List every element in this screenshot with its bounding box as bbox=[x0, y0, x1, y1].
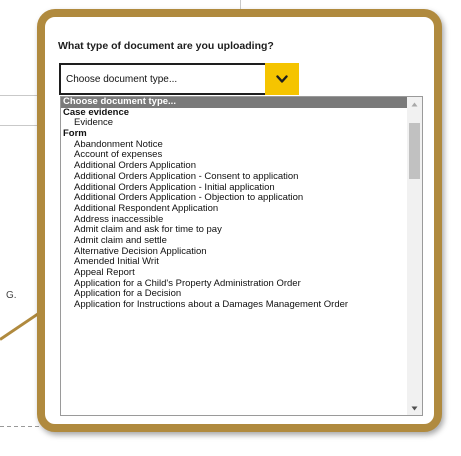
background-dashed-line bbox=[0, 426, 40, 427]
option-evidence[interactable]: Evidence bbox=[61, 118, 407, 129]
scroll-down-button[interactable] bbox=[407, 401, 422, 415]
background-input-outline bbox=[0, 95, 40, 96]
listbox-scrollbar[interactable] bbox=[407, 97, 422, 415]
document-type-question: What type of document are you uploading? bbox=[58, 40, 274, 52]
triangle-down-icon bbox=[411, 406, 418, 410]
callout-panel: What type of document are you uploading?… bbox=[37, 9, 442, 432]
background-input-outline-bottom bbox=[0, 125, 40, 126]
document-type-select-value: Choose document type... bbox=[66, 74, 178, 85]
scroll-thumb[interactable] bbox=[409, 123, 420, 179]
option-damages-management-order[interactable]: Application for Instructions about a Dam… bbox=[61, 299, 407, 311]
background-partial-text: G. bbox=[6, 290, 17, 301]
document-type-options: Choose document type... Case evidence Ev… bbox=[61, 97, 407, 311]
chevron-down-icon bbox=[276, 74, 288, 83]
triangle-up-icon bbox=[411, 102, 418, 106]
scroll-up-button[interactable] bbox=[407, 97, 422, 111]
option-additional-orders-consent[interactable]: Additional Orders Application - Consent … bbox=[61, 171, 407, 183]
document-type-select[interactable]: Choose document type... bbox=[59, 63, 299, 95]
document-type-listbox[interactable]: Choose document type... Case evidence Ev… bbox=[60, 96, 423, 416]
select-arrow-button[interactable] bbox=[265, 63, 299, 95]
option-additional-respondent-application[interactable]: Additional Respondent Application bbox=[61, 203, 407, 215]
